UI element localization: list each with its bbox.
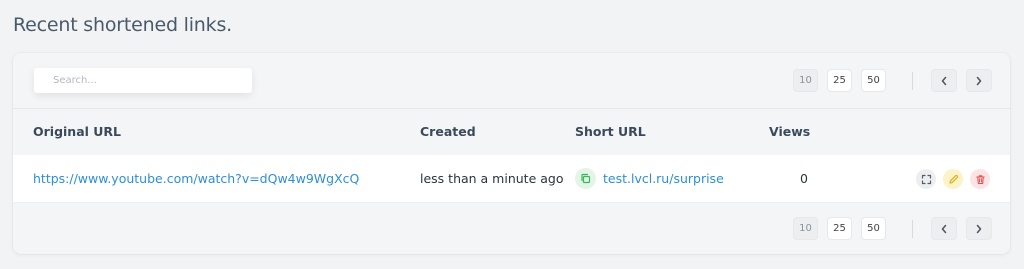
original-url-link[interactable]: https://www.youtube.com/watch?v=dQw4w9Wg… bbox=[33, 171, 359, 186]
page-size-25-button[interactable]: 25 bbox=[827, 69, 852, 92]
next-page-button[interactable] bbox=[966, 69, 992, 92]
chevron-right-icon bbox=[976, 76, 982, 85]
pagination-divider bbox=[912, 219, 913, 238]
pagination-divider bbox=[912, 71, 913, 90]
short-url-link[interactable]: test.lvcl.ru/surprise bbox=[603, 171, 724, 186]
prev-page-button[interactable] bbox=[931, 69, 957, 92]
table-toolbar: 10 25 50 bbox=[13, 53, 1010, 108]
pagination-bottom: 10 25 50 bbox=[793, 217, 1001, 240]
trash-icon bbox=[975, 174, 985, 184]
page-size-25-button[interactable]: 25 bbox=[827, 217, 852, 240]
page-size-10-button[interactable]: 10 bbox=[793, 217, 818, 240]
page-size-10-button[interactable]: 10 bbox=[793, 69, 818, 92]
links-card: 10 25 50 Original URL Created Short URL … bbox=[13, 53, 1010, 254]
search-input[interactable] bbox=[34, 68, 252, 93]
pagination-top: 10 25 50 bbox=[793, 69, 1001, 92]
table-header: Original URL Created Short URL Views bbox=[13, 108, 1010, 155]
table-footer: 10 25 50 bbox=[13, 202, 1010, 254]
column-header-views[interactable]: Views bbox=[769, 124, 810, 139]
delete-button[interactable] bbox=[970, 169, 990, 189]
chevron-left-icon bbox=[941, 76, 947, 85]
chevron-left-icon bbox=[941, 224, 947, 233]
prev-page-button[interactable] bbox=[931, 217, 957, 240]
column-header-short-url[interactable]: Short URL bbox=[575, 124, 646, 139]
page-size-50-button[interactable]: 50 bbox=[861, 69, 886, 92]
copy-button[interactable] bbox=[575, 168, 596, 189]
expand-button[interactable] bbox=[916, 169, 936, 189]
edit-button[interactable] bbox=[943, 169, 963, 189]
views-value: 0 bbox=[800, 171, 808, 186]
column-header-original-url[interactable]: Original URL bbox=[33, 124, 121, 139]
copy-icon bbox=[581, 173, 591, 184]
pencil-icon bbox=[948, 174, 958, 184]
page-title: Recent shortened links. bbox=[13, 14, 232, 36]
next-page-button[interactable] bbox=[966, 217, 992, 240]
page-size-50-button[interactable]: 50 bbox=[861, 217, 886, 240]
expand-icon bbox=[921, 174, 931, 184]
table-row: https://www.youtube.com/watch?v=dQw4w9Wg… bbox=[13, 155, 1010, 202]
chevron-right-icon bbox=[976, 224, 982, 233]
column-header-created[interactable]: Created bbox=[420, 124, 476, 139]
created-value: less than a minute ago bbox=[420, 171, 564, 186]
